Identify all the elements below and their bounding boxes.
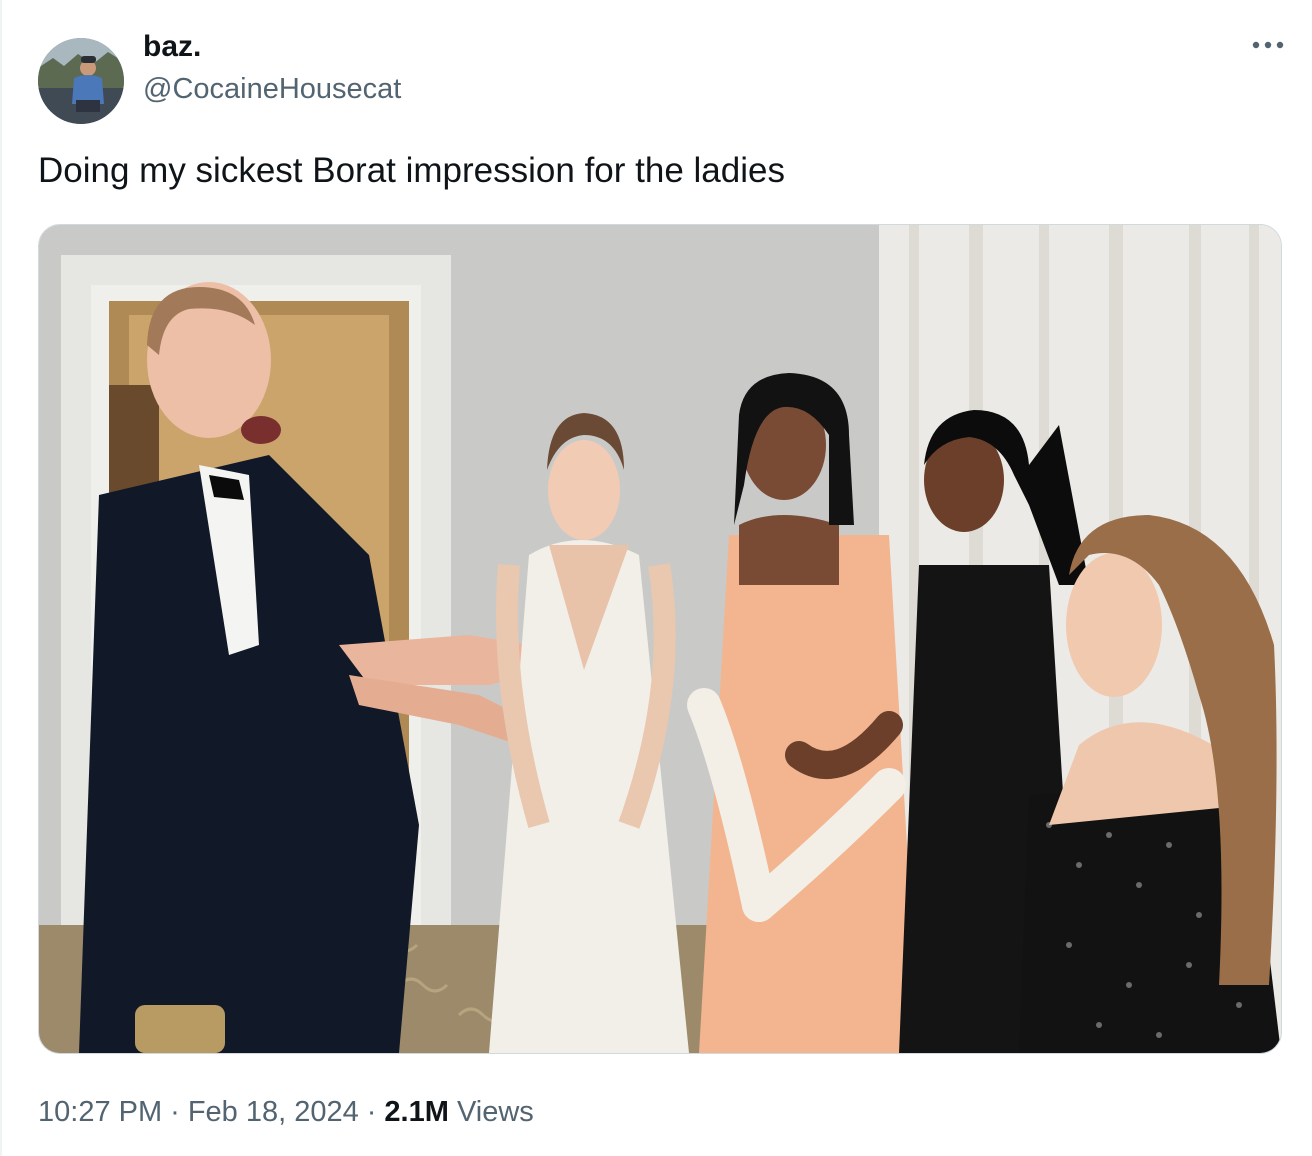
meta-separator: · [170, 1096, 180, 1128]
views-label: Views [456, 1096, 534, 1128]
more-options-button[interactable] [1248, 30, 1288, 60]
tweet-meta: 10:27 PM · Feb 18, 2024 · 2.1M Views [38, 1096, 534, 1129]
tweet-date[interactable]: Feb 18, 2024 [188, 1096, 359, 1128]
user-handle[interactable]: @CocaineHousecat [143, 73, 401, 106]
tweet-photo[interactable] [38, 224, 1282, 1054]
avatar[interactable] [38, 38, 124, 124]
more-horizontal-icon [1252, 41, 1284, 49]
photo-image [39, 225, 1281, 1053]
tweet-text: Doing my sickest Borat impression for th… [38, 151, 785, 190]
meta-separator: · [366, 1096, 377, 1128]
tweet-time[interactable]: 10:27 PM [38, 1096, 162, 1128]
left-border [0, 0, 2, 1156]
display-name[interactable]: baz. [143, 30, 201, 64]
views-count: 2.1M [384, 1096, 449, 1128]
